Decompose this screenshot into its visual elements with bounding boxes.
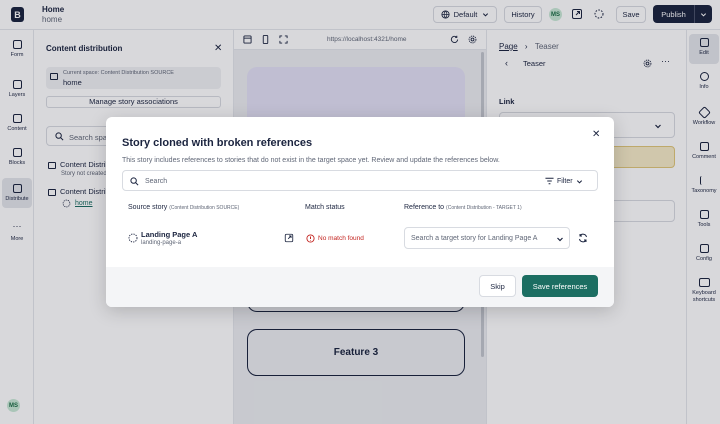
col-reference-hint: (Content Distribution - TARGET 1) bbox=[446, 205, 522, 211]
filter-label: Filter bbox=[557, 177, 573, 185]
col-source-label: Source story bbox=[128, 204, 168, 211]
target-story-select[interactable]: Search a target story for Landing Page A bbox=[404, 227, 570, 249]
search-placeholder: Search bbox=[145, 177, 168, 185]
dialog-footer: Skip Save references bbox=[106, 267, 614, 307]
reference-search-input[interactable]: Search Filter bbox=[122, 170, 598, 191]
target-select-placeholder: Search a target story for Landing Page A bbox=[411, 235, 538, 242]
col-header-source: Source story (Content Distribution SOURC… bbox=[128, 204, 239, 211]
source-story-name: Landing Page A bbox=[141, 230, 198, 239]
search-icon bbox=[130, 176, 139, 185]
save-references-button[interactable]: Save references bbox=[522, 275, 598, 297]
match-status-label: No match found bbox=[318, 235, 364, 242]
col-header-match: Match status bbox=[305, 204, 345, 211]
match-status: No match found bbox=[306, 234, 364, 243]
skip-button[interactable]: Skip bbox=[479, 275, 516, 297]
chevron-down-icon bbox=[557, 237, 563, 242]
chevron-down-icon bbox=[576, 179, 582, 184]
broken-references-dialog: ✕ Story cloned with broken references Th… bbox=[106, 117, 614, 307]
reset-icon[interactable] bbox=[578, 233, 588, 243]
pending-story-icon bbox=[128, 233, 138, 243]
filter-button[interactable]: Filter bbox=[545, 177, 583, 185]
open-external-icon[interactable] bbox=[284, 233, 294, 243]
col-reference-label: Reference to bbox=[404, 204, 445, 211]
filter-icon bbox=[545, 177, 554, 185]
dialog-description: This story includes references to storie… bbox=[122, 157, 500, 164]
error-icon bbox=[306, 234, 315, 243]
col-source-hint: (Content Distribution SOURCE) bbox=[169, 205, 240, 211]
source-story-slug: landing-page-a bbox=[141, 240, 182, 246]
col-header-reference: Reference to (Content Distribution - TAR… bbox=[404, 204, 522, 211]
close-icon[interactable]: ✕ bbox=[592, 129, 600, 140]
dialog-title: Story cloned with broken references bbox=[122, 137, 313, 149]
